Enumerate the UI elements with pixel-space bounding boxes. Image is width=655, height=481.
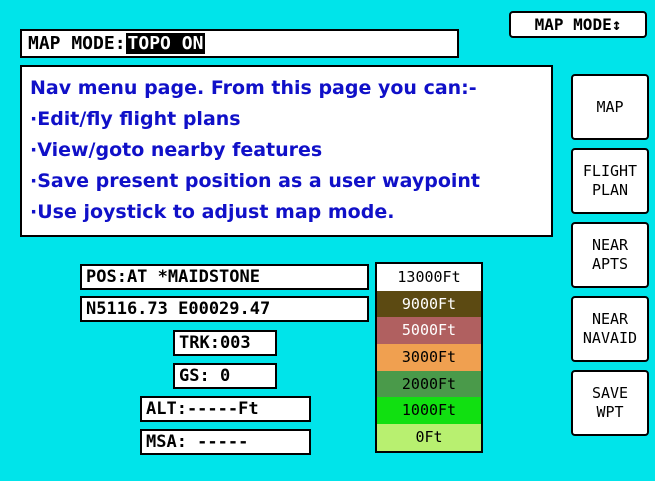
map-mode-label: MAP MODE:: [28, 33, 126, 54]
altitude-band: 3000Ft: [377, 344, 481, 371]
softkey-label: FLIGHT: [582, 162, 638, 180]
softkey-label: WPT: [596, 403, 624, 421]
help-text-box: Nav menu page. From this page you can:- …: [20, 65, 553, 237]
altitude-band: 2000Ft: [377, 370, 481, 398]
msa-readout: MSA: -----: [140, 429, 311, 455]
altitude-band: 0Ft: [377, 424, 481, 451]
map-mode-button-label: MAP MODE↕: [534, 15, 622, 34]
position-name: POS:AT *MAIDSTONE: [80, 264, 369, 290]
flight-plan-softkey[interactable]: FLIGHT PLAN: [571, 148, 649, 214]
softkey-label: NEAR: [591, 236, 629, 254]
map-mode-value: TOPO ON: [125, 33, 206, 54]
softkey-label: APTS: [591, 255, 629, 273]
altitude-band: 1000Ft: [377, 397, 481, 425]
softkey-label: NAVAID: [582, 329, 638, 347]
altitude-band: 13000Ft: [377, 264, 481, 291]
help-line: ·Use joystick to adjust map mode.: [30, 201, 395, 223]
map-mode-field: MAP MODE: TOPO ON: [20, 29, 459, 58]
altitude-color-legend: 13000Ft 9000Ft 5000Ft 3000Ft 2000Ft 1000Ft 0Ft: [375, 262, 483, 453]
help-line: ·Edit/fly flight plans: [30, 108, 241, 130]
help-line: Nav menu page. From this page you can:-: [30, 77, 477, 99]
map-mode-button[interactable]: MAP MODE↕: [509, 11, 647, 38]
softkey-label: NEAR: [591, 310, 629, 328]
map-softkey[interactable]: MAP: [571, 74, 649, 140]
near-navaid-softkey[interactable]: NEAR NAVAID: [571, 296, 649, 362]
ground-speed-readout: GS: 0: [173, 363, 277, 389]
softkey-label: MAP: [596, 97, 624, 116]
altitude-readout: ALT:-----Ft: [140, 396, 311, 422]
save-wpt-softkey[interactable]: SAVE WPT: [571, 370, 649, 436]
nav-menu-screen: MAP MODE: TOPO ON MAP MODE↕ Nav menu page…: [0, 0, 655, 481]
track-readout: TRK:003: [173, 330, 277, 356]
altitude-band: 5000Ft: [377, 317, 481, 345]
near-apts-softkey[interactable]: NEAR APTS: [571, 222, 649, 288]
help-line: ·View/goto nearby features: [30, 139, 323, 161]
softkey-label: SAVE: [591, 384, 629, 402]
altitude-band: 9000Ft: [377, 290, 481, 318]
help-line: ·Save present position as a user waypoin…: [30, 170, 480, 192]
position-coordinates: N5116.73 E00029.47: [80, 296, 369, 322]
softkey-label: PLAN: [591, 181, 629, 199]
